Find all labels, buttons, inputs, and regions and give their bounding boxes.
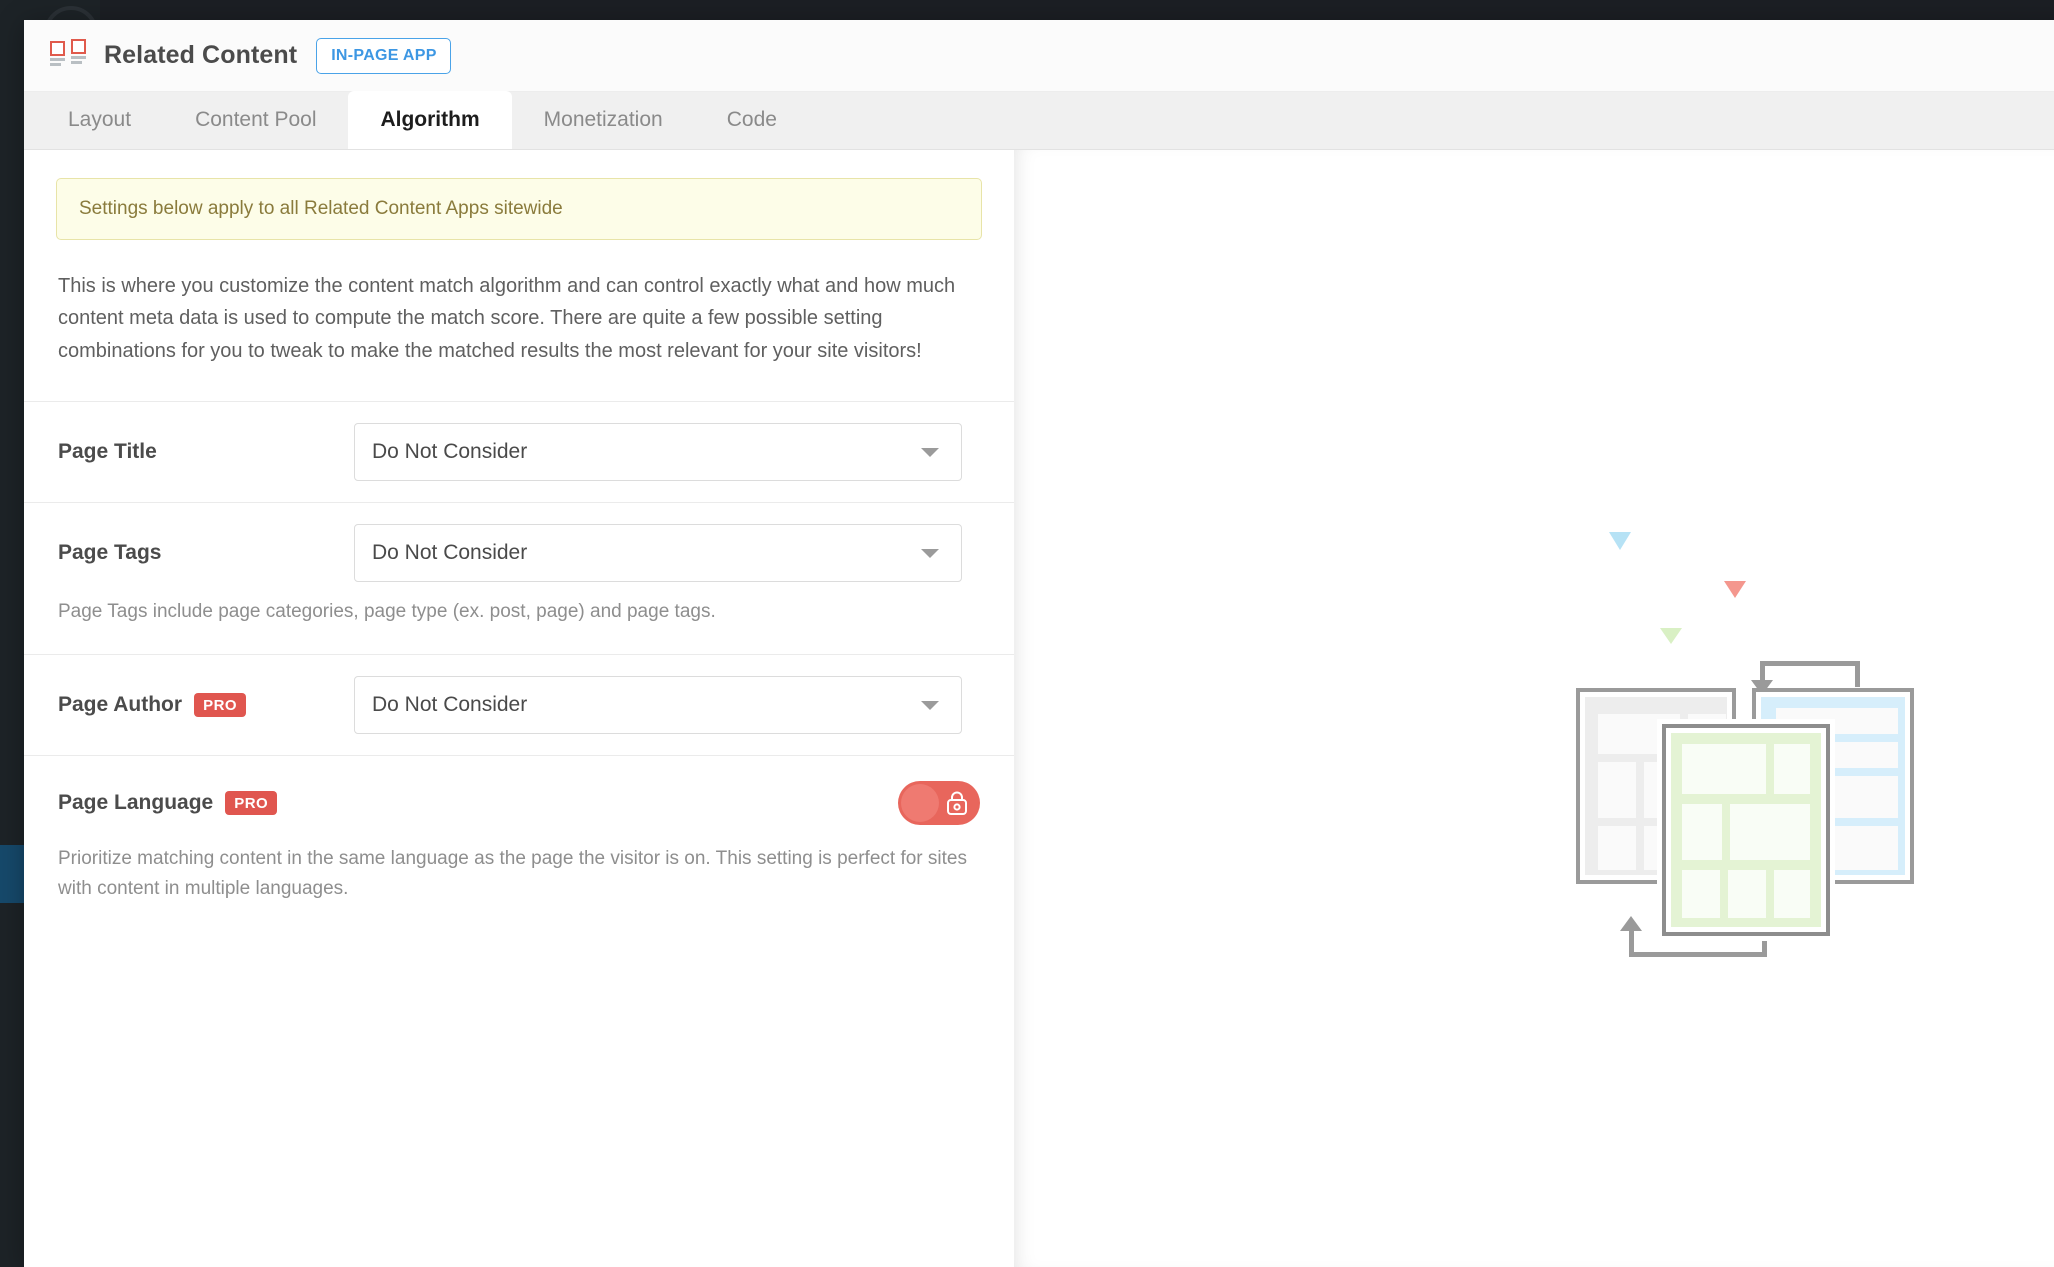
page-language-label: Page Language PRO: [58, 790, 354, 815]
page-author-select[interactable]: Do Not Consider: [354, 675, 962, 734]
related-content-app-window: Related Content IN-PAGE APP Layout Conte…: [24, 20, 2054, 1267]
page-author-label-text: Page Author: [58, 692, 183, 716]
page-tags-select-value: Do Not Consider: [372, 541, 528, 565]
tab-code[interactable]: Code: [695, 91, 809, 149]
page-language-label-text: Page Language: [58, 790, 214, 814]
page-tags-select[interactable]: Do Not Consider: [354, 524, 962, 583]
page-tags-help-text: Page Tags include page categories, page …: [58, 601, 716, 623]
related-content-pages-illustration: [1572, 522, 1992, 992]
sitewide-notice: Settings below apply to all Related Cont…: [56, 178, 982, 240]
pro-badge: PRO: [194, 692, 247, 717]
triangle-blue-icon: [1609, 532, 1631, 550]
app-title: Related Content: [104, 41, 298, 69]
settings-pane: Settings below apply to all Related Cont…: [24, 150, 1014, 1267]
page-title-select-value: Do Not Consider: [372, 440, 528, 464]
toggle-knob: [901, 783, 939, 822]
algorithm-description: This is where you customize the content …: [58, 275, 956, 362]
tab-monetization[interactable]: Monetization: [512, 91, 695, 149]
chevron-down-icon: [921, 448, 939, 458]
page-author-select-value: Do Not Consider: [372, 692, 528, 716]
setting-row-page-tags: Page Tags Do Not Consider Page Tags incl…: [24, 503, 1014, 655]
setting-row-page-title: Page Title Do Not Consider: [24, 402, 1014, 504]
chevron-down-icon: [921, 549, 939, 559]
page-title-label-text: Page Title: [58, 440, 157, 464]
desktop-background: Related Content IN-PAGE APP Layout Conte…: [0, 0, 2054, 1267]
page-author-label: Page Author PRO: [58, 692, 354, 717]
app-header: Related Content IN-PAGE APP: [24, 20, 2054, 92]
page-card-green: [1662, 724, 1830, 936]
tab-content-pool[interactable]: Content Pool: [163, 91, 348, 149]
lock-icon: [947, 791, 967, 815]
app-body: Settings below apply to all Related Cont…: [24, 150, 2054, 1267]
in-page-app-badge: IN-PAGE APP: [316, 37, 451, 74]
tab-algorithm[interactable]: Algorithm: [348, 91, 512, 149]
setting-row-page-author: Page Author PRO Do Not Consider: [24, 655, 1014, 756]
page-tags-label-text: Page Tags: [58, 541, 162, 565]
page-language-locked-toggle[interactable]: [898, 780, 980, 825]
chevron-down-icon: [921, 700, 939, 710]
page-language-help-text: Prioritize matching content in the same …: [58, 847, 967, 899]
triangle-red-icon: [1724, 581, 1746, 598]
page-title-label: Page Title: [58, 440, 354, 464]
pro-badge: PRO: [225, 790, 278, 815]
tab-layout[interactable]: Layout: [36, 91, 163, 149]
setting-row-page-language: Page Language PRO Prioritize matching co…: [24, 756, 1014, 931]
page-title-select[interactable]: Do Not Consider: [354, 423, 962, 482]
related-content-logo-icon: [50, 38, 88, 73]
tab-strip: Layout Content Pool Algorithm Monetizati…: [24, 91, 2054, 150]
triangle-green-icon: [1660, 628, 1682, 644]
page-tags-label: Page Tags: [58, 541, 354, 565]
preview-pane: [1014, 150, 2054, 1267]
